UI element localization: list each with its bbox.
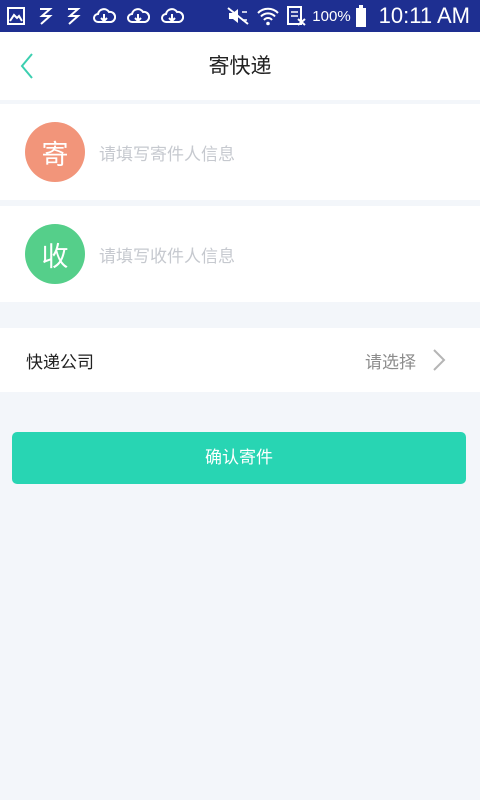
courier-company-label: 快递公司	[26, 352, 94, 373]
app-icon	[64, 6, 82, 26]
cloud-icon	[160, 7, 184, 25]
courier-company-value: 请选择	[365, 352, 416, 373]
receiver-badge: 收	[25, 224, 85, 284]
page-title: 寄快递	[208, 54, 272, 78]
battery-icon	[355, 5, 367, 27]
sender-placeholder: 请填写寄件人信息	[99, 144, 235, 165]
mute-icon	[226, 6, 250, 26]
battery-percent: 100%	[312, 7, 351, 25]
gallery-icon	[6, 6, 26, 26]
chevron-left-icon	[20, 53, 33, 79]
wifi-icon	[256, 6, 280, 26]
notification-icons	[6, 6, 194, 26]
system-icons: 100% 10:11 AM	[226, 3, 470, 29]
app-icon	[36, 6, 54, 26]
courier-company-row[interactable]: 快递公司 请选择	[0, 328, 480, 392]
status-time: 10:11 AM	[378, 3, 470, 28]
cloud-icon	[92, 7, 116, 25]
sender-badge: 寄	[25, 122, 85, 182]
status-bar: 100% 10:11 AM	[0, 0, 480, 32]
nfc-icon	[286, 6, 306, 26]
back-button[interactable]	[12, 50, 42, 82]
chevron-right-icon	[433, 349, 446, 371]
confirm-send-button[interactable]: 确认寄件	[12, 432, 466, 484]
nav-bar: 寄快递	[0, 32, 480, 100]
sender-info-card[interactable]: 寄 请填写寄件人信息	[0, 104, 480, 200]
cloud-icon	[126, 7, 150, 25]
receiver-info-card[interactable]: 收 请填写收件人信息	[0, 206, 480, 302]
receiver-placeholder: 请填写收件人信息	[99, 246, 235, 267]
